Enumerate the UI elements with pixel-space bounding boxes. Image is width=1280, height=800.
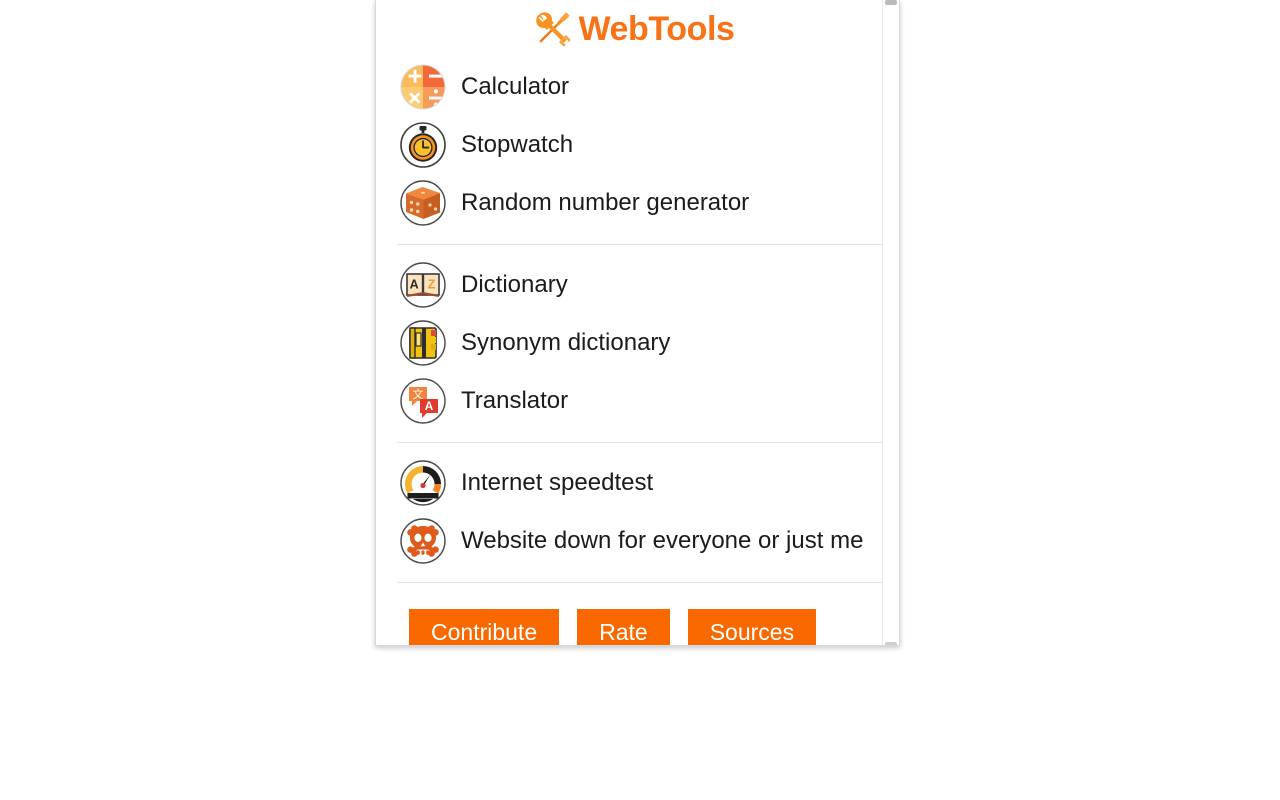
menu-item-label: Synonym dictionary bbox=[461, 329, 671, 356]
app-title: WebTools bbox=[578, 10, 735, 48]
menu-group-network: Internet speedtest Website down for ever… bbox=[376, 454, 885, 570]
menu-item-label: Calculator bbox=[461, 73, 570, 100]
webtools-popup-panel: WebTools Calculator Stopwatch Random num… bbox=[375, 0, 900, 646]
scrollbar-thumb[interactable] bbox=[885, 0, 897, 5]
rate-button[interactable]: Rate bbox=[577, 609, 670, 645]
skull-crossbones-icon bbox=[400, 518, 446, 564]
group-divider-3 bbox=[397, 582, 885, 583]
wrench-screwdriver-icon bbox=[536, 12, 571, 47]
menu-item-label: Website down for everyone or just me bbox=[461, 527, 864, 554]
svg-text:A: A bbox=[425, 399, 434, 413]
menu-item-translator[interactable]: 文 A Translator bbox=[376, 372, 885, 430]
notebook-icon bbox=[400, 320, 446, 366]
scrollbar-thumb-bottom[interactable] bbox=[885, 642, 897, 645]
app-header: WebTools bbox=[376, 0, 885, 58]
popup-content: WebTools Calculator Stopwatch Random num… bbox=[376, 0, 885, 645]
menu-item-label: Internet speedtest bbox=[461, 469, 654, 496]
menu-item-random-number-generator[interactable]: Random number generator bbox=[376, 174, 885, 232]
menu-item-stopwatch[interactable]: Stopwatch bbox=[376, 116, 885, 174]
menu-group-language: A Z Dictionary Synonym dictionary 文 A Tr… bbox=[376, 256, 885, 430]
menu-item-website-down[interactable]: Website down for everyone or just me bbox=[376, 512, 885, 570]
menu-item-label: Random number generator bbox=[461, 189, 750, 216]
translate-bubbles-icon: 文 A bbox=[400, 378, 446, 424]
menu-item-internet-speedtest[interactable]: Internet speedtest bbox=[376, 454, 885, 512]
speedometer-icon bbox=[400, 460, 446, 506]
stopwatch-icon bbox=[400, 122, 446, 168]
popup-scrollbar[interactable] bbox=[882, 0, 899, 645]
svg-text:A: A bbox=[410, 278, 419, 292]
menu-item-calculator[interactable]: Calculator bbox=[376, 58, 885, 116]
sources-button[interactable]: Sources bbox=[687, 609, 817, 645]
open-book-az-icon: A Z bbox=[400, 262, 446, 308]
menu-item-synonym-dictionary[interactable]: Synonym dictionary bbox=[376, 314, 885, 372]
contribute-button[interactable]: Contribute bbox=[409, 609, 560, 645]
menu-item-label: Dictionary bbox=[461, 271, 568, 298]
menu-item-label: Stopwatch bbox=[461, 131, 574, 158]
svg-text:文: 文 bbox=[413, 387, 424, 401]
group-divider-2 bbox=[397, 442, 885, 443]
dice-icon bbox=[400, 180, 446, 226]
menu-group-utilities: Calculator Stopwatch Random number gener… bbox=[376, 58, 885, 232]
svg-text:Z: Z bbox=[428, 278, 436, 292]
page-root: WebTools Calculator Stopwatch Random num… bbox=[0, 0, 1280, 800]
footer-actions: Contribute Rate Sources bbox=[376, 594, 885, 645]
calculator-icon bbox=[400, 64, 446, 110]
menu-item-label: Translator bbox=[461, 387, 569, 414]
group-divider-1 bbox=[397, 244, 885, 245]
menu-item-dictionary[interactable]: A Z Dictionary bbox=[376, 256, 885, 314]
